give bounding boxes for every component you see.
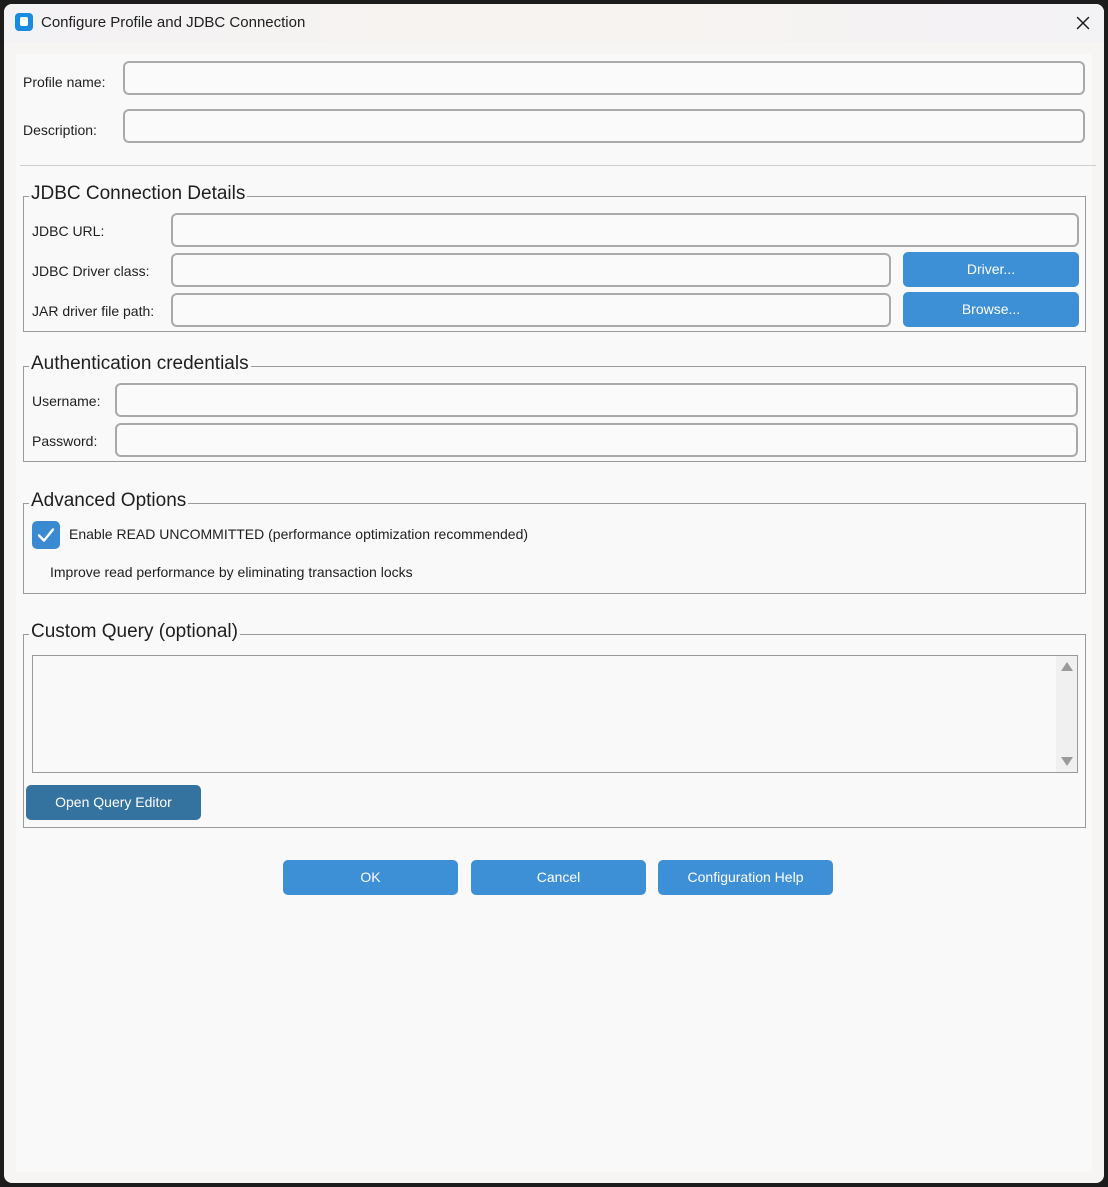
authentication-group: Authentication credentials Username: Pas… bbox=[23, 353, 1086, 462]
driver-button[interactable]: Driver... bbox=[903, 252, 1079, 287]
description-input[interactable] bbox=[123, 109, 1085, 143]
password-label: Password: bbox=[32, 433, 98, 449]
checkmark-icon bbox=[37, 528, 55, 542]
profile-name-label: Profile name: bbox=[23, 74, 106, 90]
query-scrollbar[interactable] bbox=[1056, 656, 1077, 772]
auth-group-title: Authentication credentials bbox=[29, 353, 251, 375]
read-uncommitted-checkbox[interactable] bbox=[32, 521, 60, 549]
username-label: Username: bbox=[32, 393, 101, 409]
read-uncommitted-label[interactable]: Enable READ UNCOMMITTED (performance opt… bbox=[69, 526, 528, 542]
jdbc-driver-class-input[interactable] bbox=[171, 253, 891, 287]
username-input[interactable] bbox=[115, 383, 1078, 417]
app-icon bbox=[15, 13, 33, 31]
read-uncommitted-hint: Improve read performance by eliminating … bbox=[50, 564, 413, 580]
open-query-editor-button[interactable]: Open Query Editor bbox=[26, 785, 201, 820]
advanced-group-title: Advanced Options bbox=[29, 490, 189, 512]
jdbc-url-label: JDBC URL: bbox=[32, 223, 105, 239]
jdbc-url-input[interactable] bbox=[171, 213, 1079, 247]
scroll-up-arrow-icon[interactable] bbox=[1061, 662, 1073, 671]
custom-query-group-title: Custom Query (optional) bbox=[29, 621, 240, 643]
close-button[interactable] bbox=[1070, 10, 1096, 36]
title-bar[interactable]: Configure Profile and JDBC Connection bbox=[4, 4, 1104, 42]
custom-query-textarea[interactable] bbox=[32, 655, 1078, 773]
close-icon bbox=[1076, 16, 1090, 30]
scroll-down-arrow-icon[interactable] bbox=[1061, 757, 1073, 766]
password-input[interactable] bbox=[115, 423, 1078, 457]
configuration-help-button[interactable]: Configuration Help bbox=[658, 860, 833, 895]
custom-query-group: Custom Query (optional) Open Query Edito… bbox=[23, 621, 1086, 828]
separator bbox=[20, 165, 1096, 166]
window-title: Configure Profile and JDBC Connection bbox=[41, 14, 306, 31]
jdbc-connection-group: JDBC Connection Details JDBC URL: JDBC D… bbox=[23, 183, 1086, 332]
cancel-button[interactable]: Cancel bbox=[471, 860, 646, 895]
dialog-window: Configure Profile and JDBC Connection Pr… bbox=[4, 4, 1104, 1183]
jdbc-group-title: JDBC Connection Details bbox=[29, 183, 248, 205]
jar-driver-path-input[interactable] bbox=[171, 293, 891, 327]
jdbc-driver-class-label: JDBC Driver class: bbox=[32, 263, 150, 279]
dialog-content: Profile name: Description: JDBC Connecti… bbox=[16, 54, 1096, 1172]
jar-driver-path-label: JAR driver file path: bbox=[32, 303, 155, 319]
browse-button[interactable]: Browse... bbox=[903, 292, 1079, 327]
description-label: Description: bbox=[23, 122, 97, 138]
ok-button[interactable]: OK bbox=[283, 860, 458, 895]
profile-name-input[interactable] bbox=[123, 61, 1085, 95]
advanced-options-group: Advanced Options Enable READ UNCOMMITTED… bbox=[23, 490, 1086, 594]
